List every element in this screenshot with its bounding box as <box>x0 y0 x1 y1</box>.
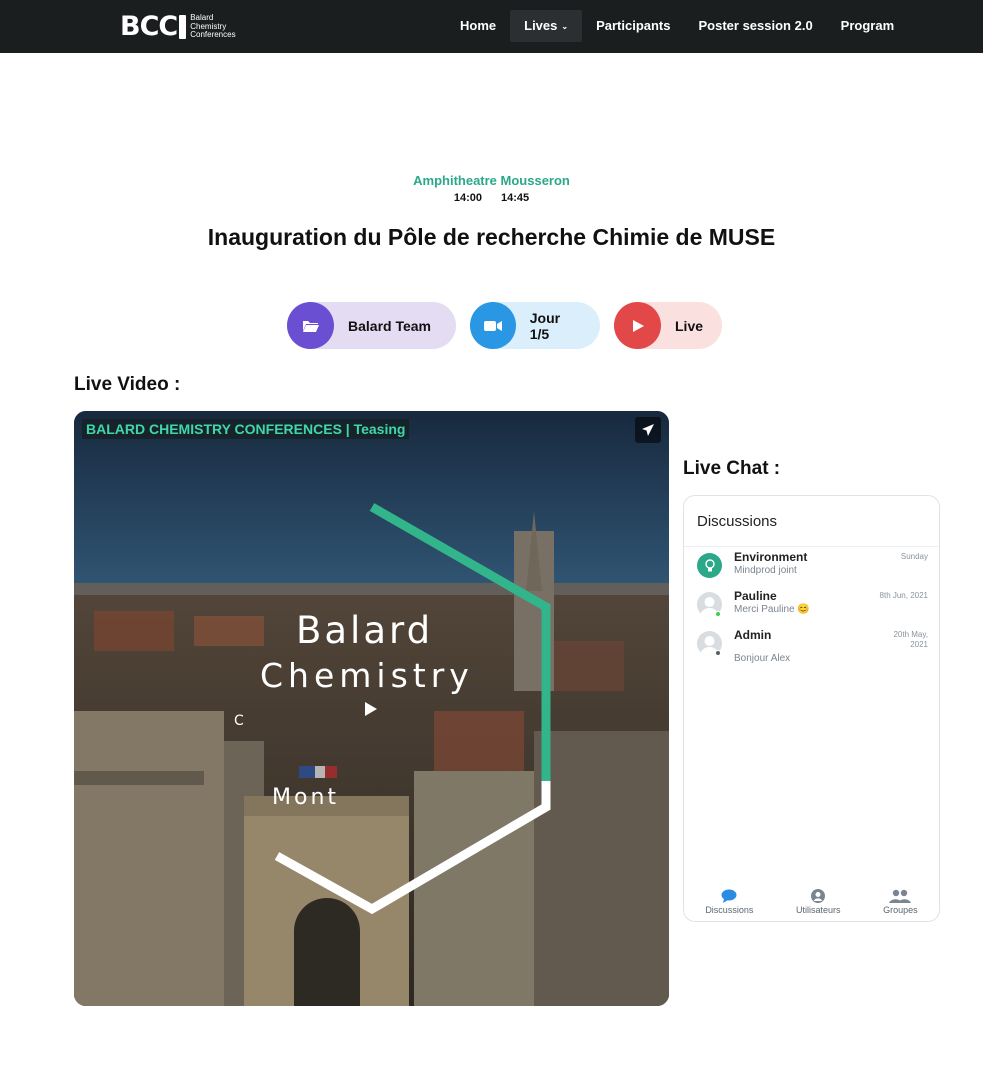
chat-panel: Discussions Environment Mindprod joint S… <box>683 495 940 922</box>
tab-discussions[interactable]: Discussions <box>705 889 753 915</box>
pill-label: Balard Team <box>348 317 431 334</box>
play-icon <box>614 302 661 349</box>
conversation-name: Pauline <box>734 589 777 603</box>
user-icon <box>811 889 826 903</box>
online-status-dot <box>715 611 721 617</box>
folder-icon <box>287 302 334 349</box>
pill-label: Live <box>675 317 704 334</box>
end-time: 14:45 <box>501 192 530 204</box>
live-pill-button[interactable]: Live <box>614 302 722 349</box>
share-button[interactable] <box>635 417 661 443</box>
conversation-message: Mindprod joint <box>734 565 797 576</box>
conversation-item[interactable]: Admin Bonjour Alex 20th May, 2021 <box>697 628 928 670</box>
logo-text: Balard Chemistry Conferences <box>190 14 235 40</box>
pill-label: Jour 1/5 <box>529 309 561 342</box>
start-time: 14:00 <box>453 192 482 204</box>
day-pill-button[interactable]: Jour 1/5 <box>470 302 600 349</box>
tab-groupes[interactable]: Groupes <box>883 889 918 915</box>
nav-participants[interactable]: Participants <box>582 10 684 42</box>
nav-program[interactable]: Program <box>827 10 908 42</box>
logo-mark: BCC <box>120 11 178 42</box>
paper-plane-icon <box>642 424 654 436</box>
nav-lives-label: Lives <box>524 18 558 33</box>
conversation-name: Admin <box>734 628 772 642</box>
chat-tab-bar: Discussions Utilisateurs Groupes <box>684 889 939 915</box>
live-video-heading: Live Video : <box>74 374 181 395</box>
tab-utilisateurs[interactable]: Utilisateurs <box>795 889 841 915</box>
logo-divider <box>179 15 187 39</box>
conversation-message: Bonjour Alex <box>734 653 791 664</box>
video-player[interactable]: BALARD CHEMISTRY CONFERENCES | Teasing B… <box>74 411 669 1006</box>
top-navbar: BCC Balard Chemistry Conferences Home Li… <box>0 0 983 53</box>
tab-label: Utilisateurs <box>795 905 841 915</box>
conversation-date: Sunday <box>900 552 928 561</box>
tab-label: Groupes <box>883 905 918 915</box>
live-chat-heading: Live Chat : <box>683 458 781 479</box>
overlay-word: C <box>234 713 247 729</box>
team-pill-button[interactable]: Balard Team <box>287 302 456 349</box>
event-title: Inauguration du Pôle de recherche Chimie… <box>207 224 776 250</box>
event-venue: Amphitheatre Mousseron <box>413 173 570 188</box>
play-icon <box>365 702 377 716</box>
tab-label: Discussions <box>705 905 754 915</box>
group-icon <box>889 889 912 903</box>
conversation-date: 8th Jun, 2021 <box>879 591 928 600</box>
logo-line: Conferences <box>190 30 236 40</box>
nav-home[interactable]: Home <box>446 10 510 42</box>
nav-poster-session[interactable]: Poster session 2.0 <box>685 10 827 42</box>
chat-bubble-icon <box>721 889 737 903</box>
bcc-logo[interactable]: BCC Balard Chemistry Conferences <box>120 12 236 42</box>
overlay-word: Chemistry <box>260 656 474 695</box>
event-times: 14:00 14:45 <box>0 192 983 204</box>
video-title: BALARD CHEMISTRY CONFERENCES | Teasing <box>82 419 410 439</box>
video-camera-icon <box>470 302 516 349</box>
conversation-item[interactable]: Environment Mindprod joint Sunday <box>697 550 928 586</box>
overlay-word: Mont <box>272 785 340 810</box>
lightbulb-icon <box>697 553 722 578</box>
event-tags: Balard Team Jour 1/5 Live <box>287 302 722 349</box>
play-button[interactable] <box>353 698 389 720</box>
conversation-date: 20th May, 2021 <box>893 630 928 649</box>
conversation-item[interactable]: Pauline Merci Pauline 😊 8th Jun, 2021 <box>697 589 928 625</box>
offline-status-dot <box>715 650 721 656</box>
nav-lives[interactable]: Lives ⌄ <box>510 10 583 42</box>
chat-panel-title: Discussions <box>684 496 939 547</box>
nav-menu: Home Lives ⌄ Participants Poster session … <box>446 10 908 42</box>
overlay-word: Balard <box>296 609 434 652</box>
chevron-down-icon: ⌄ <box>561 22 569 31</box>
conversation-message: Merci Pauline 😊 <box>734 604 810 615</box>
conversation-name: Environment <box>734 550 808 564</box>
